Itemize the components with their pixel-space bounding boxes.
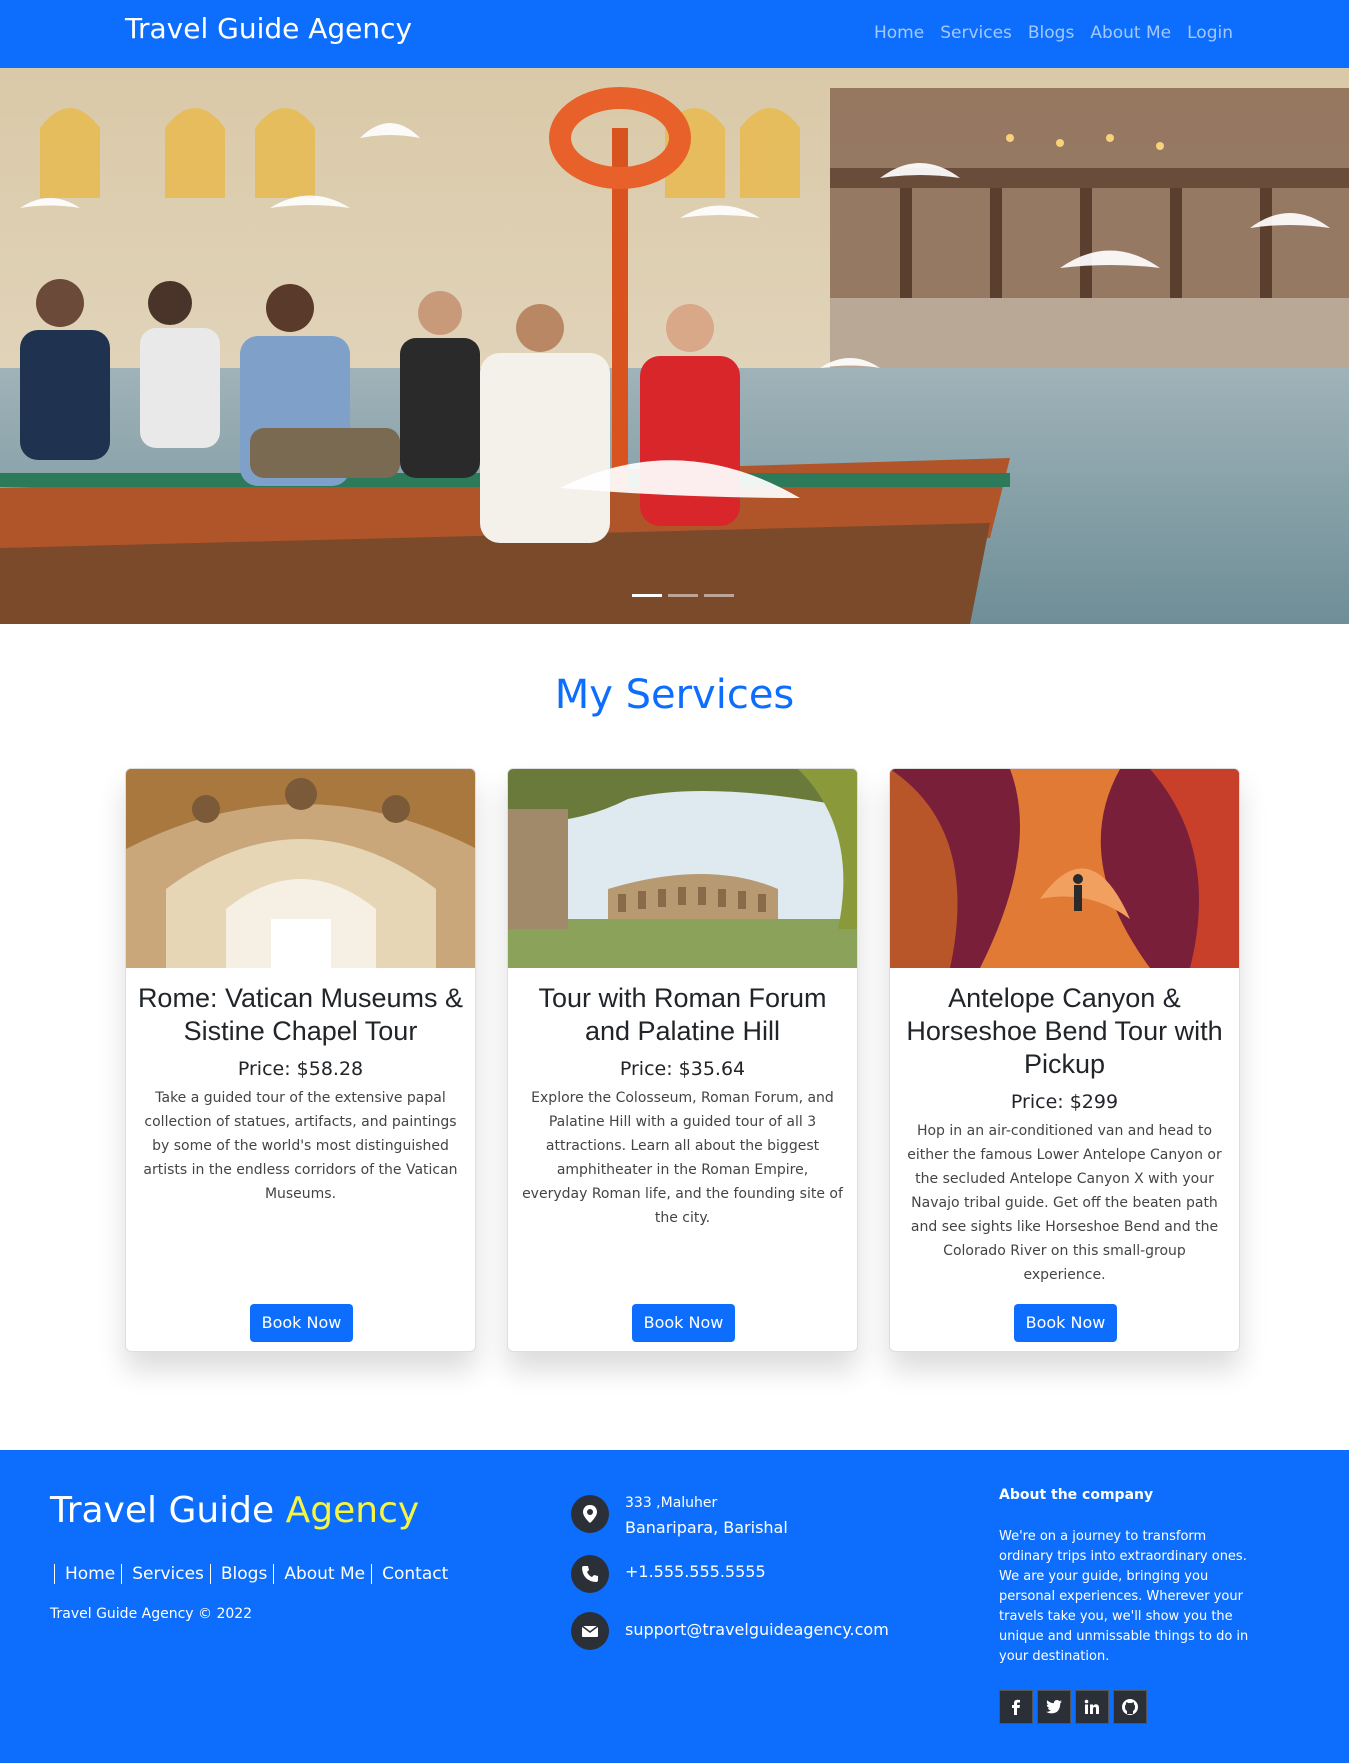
- nav-link-home[interactable]: Home: [874, 23, 924, 43]
- colosseum-image: [508, 769, 857, 968]
- nav-link-services[interactable]: Services: [940, 23, 1012, 43]
- carousel-prev-button[interactable]: [70, 298, 130, 378]
- address-line1: 333 ,Maluher: [625, 1495, 718, 1511]
- email-icon: [571, 1612, 609, 1650]
- carousel-indicator-2[interactable]: [668, 594, 698, 597]
- book-now-button[interactable]: Book Now: [632, 1304, 735, 1342]
- email-address[interactable]: support@travelguideagency.com: [625, 1620, 889, 1639]
- phone-icon: [571, 1555, 609, 1593]
- footer-brand-main: Travel Guide: [50, 1490, 275, 1531]
- service-card: Rome: Vatican Museums & Sistine Chapel T…: [125, 768, 476, 1352]
- social-links: [999, 1690, 1147, 1724]
- navbar-brand[interactable]: Travel Guide Agency: [125, 12, 412, 45]
- card-title: Rome: Vatican Museums & Sistine Chapel T…: [137, 983, 464, 1046]
- book-now-button[interactable]: Book Now: [250, 1304, 353, 1342]
- facebook-icon[interactable]: [999, 1690, 1033, 1724]
- card-description: Explore the Colosseum, Roman Forum, and …: [522, 1090, 843, 1226]
- footer-link-contact[interactable]: Contact: [371, 1564, 454, 1584]
- linkedin-icon[interactable]: [1075, 1690, 1109, 1724]
- carousel-indicators: [632, 594, 734, 597]
- footer-links: Home Services Blogs About Me Contact: [54, 1564, 454, 1584]
- nav-link-login[interactable]: Login: [1187, 23, 1233, 43]
- book-now-button[interactable]: Book Now: [1014, 1304, 1117, 1342]
- card-description: Hop in an air-conditioned van and head t…: [907, 1123, 1222, 1283]
- nav-link-blogs[interactable]: Blogs: [1028, 23, 1074, 43]
- antelope-canyon-image: [890, 769, 1239, 968]
- hero-carousel: [0, 68, 1349, 624]
- footer-link-home[interactable]: Home: [54, 1564, 121, 1584]
- service-card: Tour with Roman Forum and Palatine Hill …: [507, 768, 858, 1352]
- service-card: Antelope Canyon & Horseshoe Bend Tour wi…: [889, 768, 1240, 1352]
- nav-links: Home Services Blogs About Me Login: [874, 23, 1233, 43]
- carousel-next-button[interactable]: [1219, 298, 1279, 378]
- hero-image: [0, 68, 1349, 624]
- footer-link-services[interactable]: Services: [121, 1564, 210, 1584]
- card-title: Antelope Canyon & Horseshoe Bend Tour wi…: [906, 983, 1223, 1079]
- vatican-museum-image: [126, 769, 475, 968]
- about-company-title: About the company: [999, 1487, 1154, 1503]
- about-company-text: We're on a journey to transform ordinary…: [999, 1529, 1249, 1664]
- address-line2: Banaripara, Barishal: [625, 1518, 788, 1537]
- footer-link-blogs[interactable]: Blogs: [209, 1564, 273, 1584]
- footer-brand: Travel Guide Agency: [50, 1490, 419, 1531]
- footer-copyright: Travel Guide Agency © 2022: [50, 1606, 253, 1622]
- phone-number[interactable]: +1.555.555.5555: [625, 1562, 766, 1581]
- footer-link-about[interactable]: About Me: [273, 1564, 371, 1584]
- footer-brand-accent: Agency: [285, 1490, 420, 1531]
- card-title: Tour with Roman Forum and Palatine Hill: [538, 983, 827, 1046]
- card-price: Price: $299: [1010, 1091, 1119, 1113]
- twitter-icon[interactable]: [1037, 1690, 1071, 1724]
- card-description: Take a guided tour of the extensive papa…: [143, 1090, 458, 1202]
- services-title: My Services: [554, 672, 795, 718]
- nav-link-about[interactable]: About Me: [1090, 23, 1171, 43]
- card-price: Price: $58.28: [237, 1058, 364, 1080]
- carousel-indicator-3[interactable]: [704, 594, 734, 597]
- card-price: Price: $35.64: [619, 1058, 746, 1080]
- carousel-indicator-1[interactable]: [632, 594, 662, 597]
- footer: Travel Guide Agency Home Services Blogs …: [0, 1450, 1349, 1763]
- location-icon: [571, 1495, 609, 1533]
- github-icon[interactable]: [1113, 1690, 1147, 1724]
- navbar: Travel Guide Agency Home Services Blogs …: [0, 0, 1349, 68]
